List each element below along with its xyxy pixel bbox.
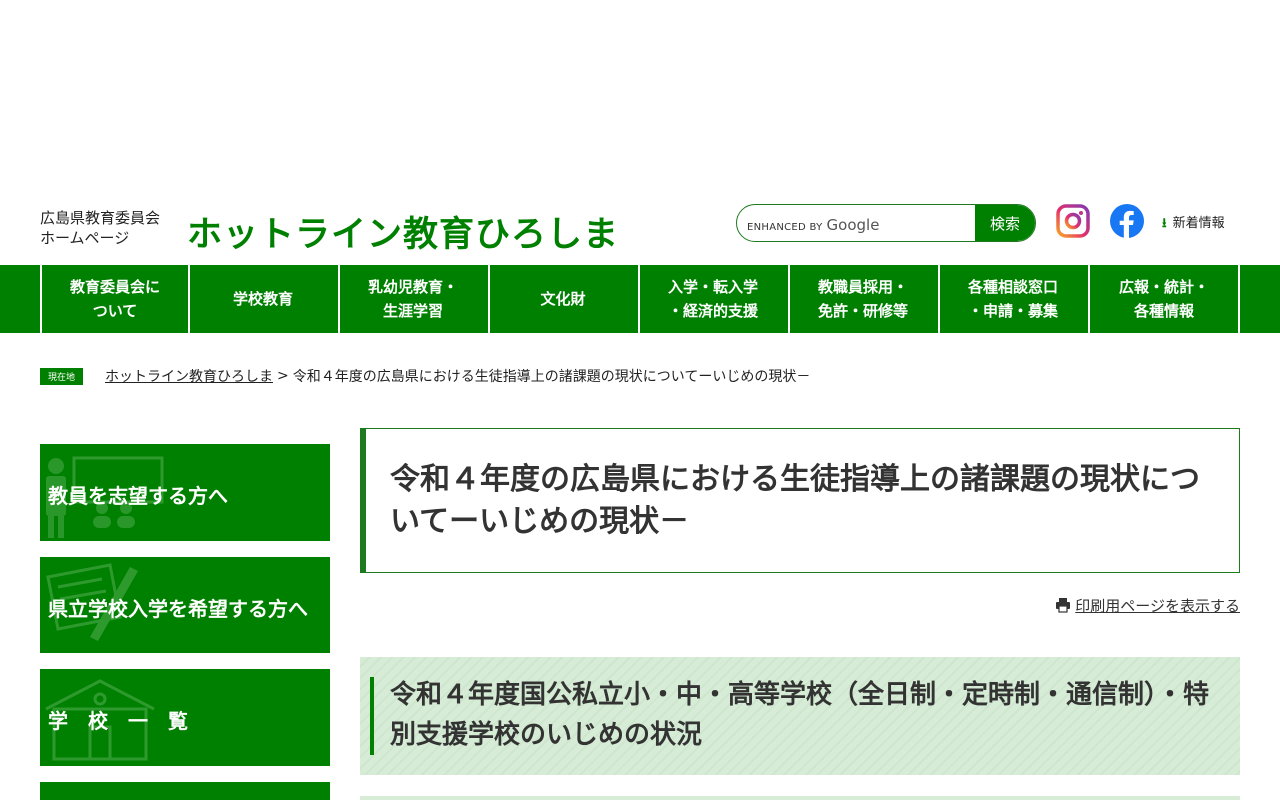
section-heading-box: 令和４年度国公私立小・中・高等学校（全日制・定時制・通信制）・特別支援学校のいじ… bbox=[360, 657, 1240, 775]
breadcrumb-tag: 現在地 bbox=[40, 367, 84, 385]
site-subtitle-line1: 広島県教育委員会 bbox=[40, 209, 161, 227]
global-nav: 教育委員会に ついて 学校教育 乳幼児教育・ 生涯学習 文化財 入学・転入学 ・… bbox=[0, 265, 1280, 333]
section-heading-bar bbox=[370, 677, 374, 755]
site-subtitle-line2: ホームページ bbox=[40, 229, 130, 247]
banner-teacher-applicants[interactable]: 教員を志望する方へ bbox=[40, 444, 330, 541]
search-box: ENHANCED BY Google 検索 bbox=[736, 204, 1036, 242]
print-page-link[interactable]: 印刷用ページを表示する bbox=[1055, 595, 1240, 617]
nav-item-statistics[interactable]: 広報・統計・ 各種情報 bbox=[1088, 265, 1238, 333]
news-link[interactable]: ⭳ 新着情報 bbox=[1162, 212, 1225, 236]
nav-item-board[interactable]: 教育委員会に ついて bbox=[40, 265, 188, 333]
banner-admission-label: 県立学校入学を希望する方へ bbox=[48, 597, 308, 621]
banner-prefectural-school-admission[interactable]: 県立学校入学を希望する方へ bbox=[40, 557, 330, 653]
nav-item-admission[interactable]: 入学・転入学 ・経済的支援 bbox=[638, 265, 786, 333]
banner-school-list-label: 学 校 一 覧 bbox=[48, 709, 188, 733]
breadcrumb-separator: > bbox=[277, 368, 289, 384]
print-label: 印刷用ページを表示する bbox=[1075, 597, 1240, 615]
nav-item-school-education[interactable]: 学校教育 bbox=[188, 265, 336, 333]
download-arrow-icon: ⭳ bbox=[1162, 216, 1167, 231]
breadcrumb-home-link[interactable]: ホットライン教育ひろしま bbox=[105, 366, 273, 386]
page-title-box: 令和４年度の広島県における生徒指導上の諸課題の現状についてーいじめの現状－ bbox=[360, 428, 1240, 573]
printer-icon bbox=[1055, 597, 1071, 617]
banner-next[interactable] bbox=[40, 782, 330, 800]
nav-item-recruitment[interactable]: 教職員採用・ 免許・研修等 bbox=[788, 265, 936, 333]
search-button[interactable]: 検索 bbox=[975, 205, 1035, 241]
next-section-box bbox=[360, 796, 1240, 800]
banner-school-list[interactable]: 学 校 一 覧 bbox=[40, 669, 330, 766]
news-label: 新着情報 bbox=[1172, 216, 1225, 231]
nav-item-lifelong-learning[interactable]: 乳幼児教育・ 生涯学習 bbox=[338, 265, 486, 333]
instagram-icon[interactable] bbox=[1056, 204, 1090, 238]
facebook-icon[interactable] bbox=[1110, 204, 1144, 238]
breadcrumb: 現在地 ホットライン教育ひろしま > 令和４年度の広島県における生徒指導上の諸課… bbox=[40, 366, 810, 386]
nav-divider bbox=[1238, 265, 1280, 333]
nav-item-consultation[interactable]: 各種相談窓口 ・申請・募集 bbox=[938, 265, 1086, 333]
breadcrumb-current: 令和４年度の広島県における生徒指導上の諸課題の現状についてーいじめの現状－ bbox=[292, 369, 811, 385]
page-title: 令和４年度の広島県における生徒指導上の諸課題の現状についてーいじめの現状－ bbox=[390, 462, 1200, 539]
nav-item-cultural-assets[interactable]: 文化財 bbox=[488, 265, 636, 333]
site-subtitle[interactable]: 広島県教育委員会 ホームページ bbox=[40, 208, 160, 248]
site-title-logo[interactable]: ホットライン教育ひろしま bbox=[187, 206, 619, 257]
banner-teacher-label: 教員を志望する方へ bbox=[48, 484, 228, 508]
site-header: 広島県教育委員会 ホームページ ホットライン教育ひろしま ENHANCED BY… bbox=[0, 198, 1280, 258]
search-input[interactable] bbox=[737, 205, 975, 241]
section-heading: 令和４年度国公私立小・中・高等学校（全日制・定時制・通信制）・特別支援学校のいじ… bbox=[390, 680, 1210, 750]
